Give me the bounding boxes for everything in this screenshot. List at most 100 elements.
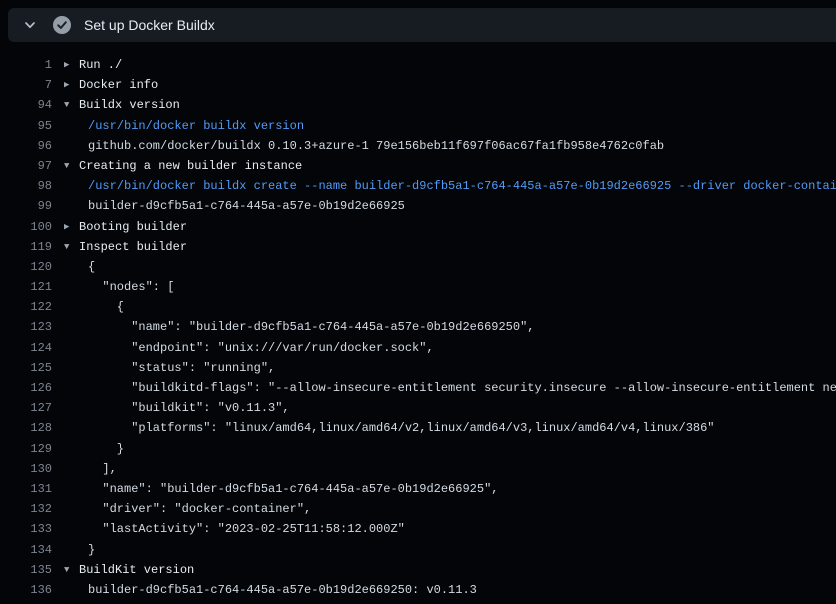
triangle-right-icon[interactable]: ▶ [64, 55, 74, 75]
log-line: 99 builder-d9cfb5a1-c764-445a-a57e-0b19d2… [0, 196, 836, 216]
log-line: 124 "endpoint": "unix:///var/run/docker.… [0, 338, 836, 358]
log-group-header: 1▶Run ./ [0, 55, 836, 75]
log-text-content: "name": "builder-d9cfb5a1-c764-445a-a57e… [88, 317, 534, 337]
log-text: "lastActivity": "2023-02-25T11:58:12.000… [52, 519, 405, 539]
log-text-content: "platforms": "linux/amd64,linux/amd64/v2… [88, 418, 715, 438]
log-line: 123 "name": "builder-d9cfb5a1-c764-445a-… [0, 317, 836, 337]
log-text-content: Run ./ [79, 55, 122, 75]
log-text: } [52, 540, 95, 560]
log-text-content: ], [88, 459, 117, 479]
line-number[interactable]: 133 [0, 519, 52, 539]
step-header[interactable]: Set up Docker Buildx [8, 8, 836, 42]
log-line: 128 "platforms": "linux/amd64,linux/amd6… [0, 418, 836, 438]
log-text: /usr/bin/docker buildx version [52, 116, 304, 136]
line-number[interactable]: 100 [0, 217, 52, 237]
line-number[interactable]: 131 [0, 479, 52, 499]
log-group-header: 97▼Creating a new builder instance [0, 156, 836, 176]
log-text-content: } [88, 540, 95, 560]
log-text-content: Creating a new builder instance [79, 156, 302, 176]
line-number[interactable]: 95 [0, 116, 52, 136]
line-number[interactable]: 125 [0, 358, 52, 378]
log-group-label[interactable]: ▶Booting builder [52, 217, 187, 237]
log-text-content: "buildkitd-flags": "--allow-insecure-ent… [88, 378, 836, 398]
log-group-label[interactable]: ▼Inspect builder [52, 237, 187, 257]
triangle-down-icon[interactable]: ▼ [64, 237, 74, 257]
log-line: 122 { [0, 297, 836, 317]
log-text: "buildkitd-flags": "--allow-insecure-ent… [52, 378, 836, 398]
line-number[interactable]: 120 [0, 257, 52, 277]
log-text-content: "endpoint": "unix:///var/run/docker.sock… [88, 338, 434, 358]
log-text-content: Buildx version [79, 95, 180, 115]
log-text-content: Docker info [79, 75, 158, 95]
log-text: "endpoint": "unix:///var/run/docker.sock… [52, 338, 434, 358]
log-line: 134} [0, 540, 836, 560]
triangle-down-icon[interactable]: ▼ [64, 560, 74, 580]
log-text-content: "buildkit": "v0.11.3", [88, 398, 290, 418]
line-number[interactable]: 1 [0, 55, 52, 75]
log-text-content: } [88, 439, 124, 459]
triangle-down-icon[interactable]: ▼ [64, 95, 74, 115]
log-text-content: Booting builder [79, 217, 187, 237]
log-group-header: 119▼Inspect builder [0, 237, 836, 257]
log-line: 120{ [0, 257, 836, 277]
log-line: 133 "lastActivity": "2023-02-25T11:58:12… [0, 519, 836, 539]
log-text: "nodes": [ [52, 277, 174, 297]
line-number[interactable]: 122 [0, 297, 52, 317]
log-group-header: 135▼BuildKit version [0, 560, 836, 580]
line-number[interactable]: 126 [0, 378, 52, 398]
line-number[interactable]: 98 [0, 176, 52, 196]
triangle-right-icon[interactable]: ▶ [64, 217, 74, 237]
triangle-down-icon[interactable]: ▼ [64, 156, 74, 176]
log-group-header: 7▶Docker info [0, 75, 836, 95]
log-text: "platforms": "linux/amd64,linux/amd64/v2… [52, 418, 715, 438]
line-number[interactable]: 130 [0, 459, 52, 479]
line-number[interactable]: 96 [0, 136, 52, 156]
line-number[interactable]: 129 [0, 439, 52, 459]
log-text-content: /usr/bin/docker buildx version [88, 116, 304, 136]
log-line: 125 "status": "running", [0, 358, 836, 378]
log-group-label[interactable]: ▶Docker info [52, 75, 158, 95]
line-number[interactable]: 7 [0, 75, 52, 95]
log-line: 130 ], [0, 459, 836, 479]
line-number[interactable]: 119 [0, 237, 52, 257]
line-number[interactable]: 97 [0, 156, 52, 176]
line-number[interactable]: 94 [0, 95, 52, 115]
line-number[interactable]: 135 [0, 560, 52, 580]
log-text: ], [52, 459, 117, 479]
log-text-content: builder-d9cfb5a1-c764-445a-a57e-0b19d2e6… [88, 196, 405, 216]
log-text-content: /usr/bin/docker buildx create --name bui… [88, 176, 836, 196]
line-number[interactable]: 123 [0, 317, 52, 337]
log-text: "status": "running", [52, 358, 275, 378]
line-number[interactable]: 132 [0, 499, 52, 519]
triangle-right-icon[interactable]: ▶ [64, 75, 74, 95]
log-text-content: "status": "running", [88, 358, 275, 378]
log-line: 126 "buildkitd-flags": "--allow-insecure… [0, 378, 836, 398]
line-number[interactable]: 99 [0, 196, 52, 216]
log-text: { [52, 257, 95, 277]
log-text-content: builder-d9cfb5a1-c764-445a-a57e-0b19d2e6… [88, 580, 477, 600]
log-line: 131 "name": "builder-d9cfb5a1-c764-445a-… [0, 479, 836, 499]
log-group-header: 94▼Buildx version [0, 95, 836, 115]
log-text: github.com/docker/buildx 0.10.3+azure-1 … [52, 136, 664, 156]
log-text: /usr/bin/docker buildx create --name bui… [52, 176, 836, 196]
line-number[interactable]: 127 [0, 398, 52, 418]
line-number[interactable]: 121 [0, 277, 52, 297]
log-text-content: github.com/docker/buildx 0.10.3+azure-1 … [88, 136, 664, 156]
log-text: "name": "builder-d9cfb5a1-c764-445a-a57e… [52, 317, 534, 337]
log-group-header: 100▶Booting builder [0, 217, 836, 237]
line-number[interactable]: 124 [0, 338, 52, 358]
chevron-down-icon[interactable] [18, 13, 42, 37]
log-group-label[interactable]: ▼Creating a new builder instance [52, 156, 302, 176]
log-group-label[interactable]: ▼BuildKit version [52, 560, 194, 580]
log-group-label[interactable]: ▶Run ./ [52, 55, 122, 75]
line-number[interactable]: 134 [0, 540, 52, 560]
log-line: 129 } [0, 439, 836, 459]
log-group-label[interactable]: ▼Buildx version [52, 95, 180, 115]
log-text-content: "nodes": [ [88, 277, 174, 297]
line-number[interactable]: 136 [0, 580, 52, 600]
step-title: Set up Docker Buildx [84, 17, 215, 33]
line-number[interactable]: 128 [0, 418, 52, 438]
log-text-content: BuildKit version [79, 560, 194, 580]
log-line: 132 "driver": "docker-container", [0, 499, 836, 519]
log-text-content: Inspect builder [79, 237, 187, 257]
